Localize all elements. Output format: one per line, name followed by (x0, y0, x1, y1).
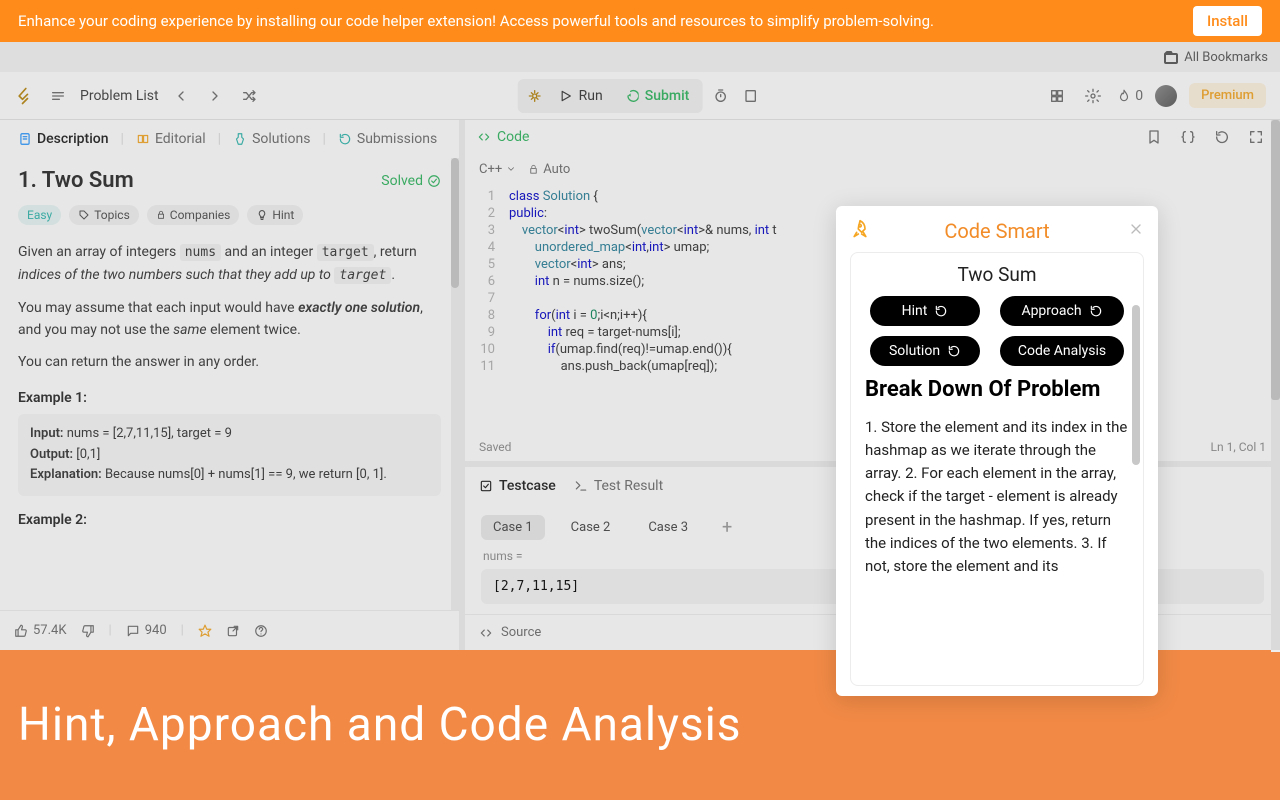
tab-testcase[interactable]: Testcase (479, 478, 556, 494)
submit-button[interactable]: Submit (613, 84, 700, 108)
case-3[interactable]: Case 3 (636, 515, 700, 540)
case-2[interactable]: Case 2 (559, 515, 623, 540)
tab-submissions[interactable]: Submissions (332, 126, 443, 152)
timer-icon[interactable] (708, 84, 732, 108)
tab-solutions[interactable]: Solutions (227, 126, 316, 152)
settings-icon[interactable] (1081, 84, 1105, 108)
top-toolbar: Problem List Run Submit 0 Premium (0, 72, 1280, 120)
case-1[interactable]: Case 1 (481, 515, 545, 540)
hint-button[interactable]: Hint (870, 296, 980, 326)
example-2-label: Example 2: (18, 512, 441, 528)
tab-description[interactable]: Description (12, 126, 115, 152)
hint-chip[interactable]: Hint (247, 205, 303, 225)
code-header: Code (465, 120, 1280, 154)
approach-button[interactable]: Approach (1000, 296, 1124, 326)
streak-counter[interactable]: 0 (1117, 88, 1143, 104)
smart-title: Code Smart (944, 219, 1049, 243)
lang-row: C++ Auto (465, 154, 1280, 184)
auto-button[interactable]: Auto (528, 162, 570, 177)
solution-button[interactable]: Solution (870, 336, 980, 366)
smart-content: 1. Store the element and its index in th… (865, 416, 1129, 579)
problem-list-link[interactable]: Problem List (80, 88, 159, 104)
smart-problem: Two Sum (865, 263, 1129, 286)
like-button[interactable]: 57.4K (14, 623, 67, 638)
avatar[interactable] (1155, 85, 1177, 107)
tab-test-result[interactable]: Test Result (574, 478, 663, 494)
description-panel: Description | Editorial | Solutions | Su… (0, 120, 465, 650)
desc-scrollbar[interactable] (451, 158, 459, 610)
install-text: Enhance your coding experience by instal… (18, 12, 934, 30)
example-1-block: Input: nums = [2,7,11,15], target = 9 Ou… (18, 414, 441, 496)
bookmarks-label[interactable]: All Bookmarks (1184, 50, 1268, 65)
folder-icon (1164, 50, 1178, 64)
problem-para-1: Given an array of integers nums and an i… (18, 241, 441, 287)
install-button[interactable]: Install (1193, 6, 1262, 36)
problem-title: 1. Two Sum (18, 168, 134, 193)
bottom-text: Hint, Approach and Code Analysis (18, 698, 742, 752)
code-analysis-button[interactable]: Code Analysis (1000, 336, 1124, 366)
lang-select[interactable]: C++ (479, 162, 516, 177)
debug-icon[interactable] (521, 82, 549, 110)
problem-para-2: You may assume that each input would hav… (18, 297, 441, 342)
difficulty-chip: Easy (18, 205, 61, 225)
layout-icon[interactable] (1045, 84, 1069, 108)
share-button[interactable] (226, 624, 240, 638)
reset-icon[interactable] (1210, 125, 1234, 149)
premium-button[interactable]: Premium (1189, 83, 1266, 108)
favorite-button[interactable] (198, 624, 212, 638)
run-group: Run Submit (518, 79, 703, 113)
rocket-icon (850, 219, 870, 243)
fullscreen-icon[interactable] (1244, 125, 1268, 149)
next-icon[interactable] (203, 84, 227, 108)
dislike-button[interactable] (81, 624, 95, 638)
leetcode-logo-icon[interactable] (14, 85, 36, 107)
cursor-pos: Ln 1, Col 1 (1211, 440, 1266, 454)
smart-section-title: Break Down Of Problem (865, 376, 1129, 404)
close-icon[interactable] (1128, 221, 1144, 241)
shuffle-icon[interactable] (237, 84, 261, 108)
example-1-label: Example 1: (18, 390, 441, 406)
notes-icon[interactable] (738, 84, 762, 108)
companies-chip[interactable]: Companies (147, 205, 240, 225)
description-body[interactable]: 1. Two Sum Solved Easy Topics Companies … (0, 158, 459, 610)
bookmark-icon[interactable] (1142, 125, 1166, 149)
topics-chip[interactable]: Topics (69, 205, 139, 225)
run-button[interactable]: Run (549, 84, 613, 108)
smart-scrollbar[interactable] (1132, 305, 1140, 465)
right-scrollbar[interactable] (1271, 120, 1280, 652)
install-bar: Enhance your coding experience by instal… (0, 0, 1280, 42)
solved-badge: Solved (381, 173, 441, 189)
code-tab[interactable]: Code (477, 129, 529, 145)
help-button[interactable] (254, 624, 268, 638)
prev-icon[interactable] (169, 84, 193, 108)
desc-tabs: Description | Editorial | Solutions | Su… (0, 120, 459, 158)
comments-button[interactable]: 940 (126, 623, 167, 638)
braces-icon[interactable] (1176, 125, 1200, 149)
desc-footer: 57.4K | 940 | (0, 610, 459, 650)
code-smart-panel: Code Smart Two Sum Hint Approach Solutio… (836, 206, 1158, 696)
problem-para-3: You can return the answer in any order. (18, 351, 441, 373)
add-case-button[interactable]: + (714, 515, 740, 540)
app-area: Problem List Run Submit 0 Premium (0, 72, 1280, 650)
list-icon[interactable] (46, 84, 70, 108)
smart-body: Two Sum Hint Approach Solution Code Anal… (850, 252, 1144, 686)
saved-label: Saved (479, 440, 511, 454)
tab-editorial[interactable]: Editorial (130, 126, 212, 152)
bookmark-strip: All Bookmarks (0, 42, 1280, 72)
